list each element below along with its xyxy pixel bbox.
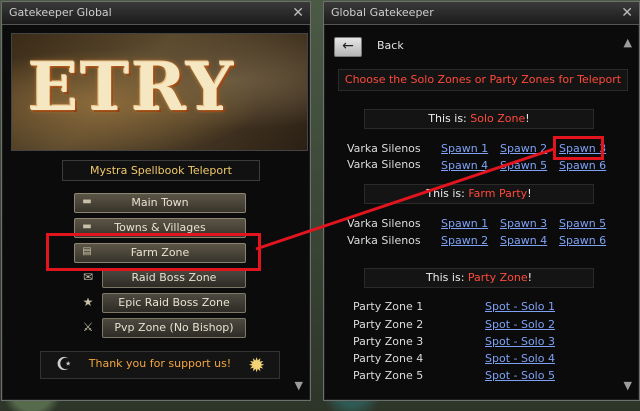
window-title: Gatekeeper Global <box>9 6 112 19</box>
close-icon[interactable]: ✕ <box>621 2 633 24</box>
crossed-swords-icon: ⚔ <box>82 320 94 334</box>
solo-row-label: Varka Silenos <box>347 158 421 171</box>
solo-spawn-4-link[interactable]: Spawn 4 <box>441 159 488 172</box>
party-spot-link[interactable]: Spot - Solo 5 <box>485 369 555 382</box>
solo-spawn-2-link[interactable]: Spawn 2 <box>500 142 547 155</box>
party-spot-link[interactable]: Spot - Solo 2 <box>485 318 555 331</box>
back-button[interactable]: ← <box>334 37 362 57</box>
scroll-down-icon[interactable]: ▼ <box>295 379 303 392</box>
main-town-button[interactable]: ▬ Main Town <box>74 193 246 213</box>
button-label: Pvp Zone (No Bishop) <box>114 321 234 334</box>
window-titlebar[interactable]: Global Gatekeeper ✕ <box>324 2 639 25</box>
raid-boss-zone-button[interactable]: Raid Boss Zone <box>102 268 246 288</box>
farm-spawn-5-link[interactable]: Spawn 5 <box>559 217 606 230</box>
button-label: Epic Raid Boss Zone <box>118 296 230 309</box>
book-icon: ▤ <box>82 246 92 257</box>
sun-icon: ✹ <box>248 353 265 377</box>
party-zone-header: This is: Party Zone! <box>364 268 594 288</box>
pvp-zone-button[interactable]: Pvp Zone (No Bishop) <box>102 318 246 338</box>
farm-row-label: Varka Silenos <box>347 234 421 247</box>
flag-icon: ▬ <box>82 221 92 232</box>
party-zone-label: Party Zone 4 <box>353 352 424 365</box>
global-gatekeeper-window: Global Gatekeeper ✕ ▲ ▼ ← Back Choose th… <box>323 1 640 401</box>
farm-spawn-4-link[interactable]: Spawn 4 <box>500 234 547 247</box>
party-spot-link[interactable]: Spot - Solo 3 <box>485 335 555 348</box>
solo-spawn-5-link[interactable]: Spawn 5 <box>500 159 547 172</box>
button-label: Towns & Villages <box>114 221 206 234</box>
party-spot-link[interactable]: Spot - Solo 1 <box>485 300 555 313</box>
farm-party-header: This is: Farm Party! <box>364 184 594 204</box>
farm-row-label: Varka Silenos <box>347 217 421 230</box>
button-label: Farm Zone <box>130 246 190 259</box>
section-label: Mystra Spellbook Teleport <box>62 160 260 181</box>
towns-villages-button[interactable]: ▬ Towns & Villages <box>74 218 246 238</box>
farm-spawn-3-link[interactable]: Spawn 3 <box>500 217 547 230</box>
arrow-left-icon: ← <box>342 38 354 54</box>
solo-spawn-3-link[interactable]: Spawn 3 <box>559 142 606 155</box>
party-zone-label: Party Zone 5 <box>353 369 424 382</box>
solo-zone-header: This is: Solo Zone! <box>364 109 594 129</box>
party-spot-link[interactable]: Spot - Solo 4 <box>485 352 555 365</box>
window-titlebar[interactable]: Gatekeeper Global ✕ <box>2 2 310 25</box>
close-icon[interactable]: ✕ <box>292 2 304 24</box>
party-zone-label: Party Zone 2 <box>353 318 424 331</box>
support-bar: ☪ Thank you for support us! ✹ <box>40 351 280 379</box>
star-icon: ★ <box>82 295 94 309</box>
back-label[interactable]: Back <box>377 39 404 52</box>
farm-spawn-1-link[interactable]: Spawn 1 <box>441 217 488 230</box>
button-label: Raid Boss Zone <box>131 271 217 284</box>
flag-icon: ▬ <box>82 196 92 207</box>
banner-logo-text: ETRY <box>28 48 236 126</box>
epic-raid-boss-zone-button[interactable]: Epic Raid Boss Zone <box>102 293 246 313</box>
scroll-up-icon[interactable]: ▲ <box>624 36 632 49</box>
scroll-icon: ✉ <box>82 270 94 284</box>
party-zone-label: Party Zone 3 <box>353 335 424 348</box>
party-zone-label: Party Zone 1 <box>353 300 424 313</box>
solo-row-label: Varka Silenos <box>347 142 421 155</box>
scroll-down-icon[interactable]: ▼ <box>624 379 632 392</box>
button-label: Main Town <box>131 196 189 209</box>
farm-spawn-6-link[interactable]: Spawn 6 <box>559 234 606 247</box>
solo-spawn-6-link[interactable]: Spawn 6 <box>559 159 606 172</box>
solo-spawn-1-link[interactable]: Spawn 1 <box>441 142 488 155</box>
farm-spawn-2-link[interactable]: Spawn 2 <box>441 234 488 247</box>
instruction-bar: Choose the Solo Zones or Party Zones for… <box>338 69 628 91</box>
window-title: Global Gatekeeper <box>331 6 434 19</box>
support-text: Thank you for support us! <box>88 357 232 370</box>
server-logo-banner: ETRY <box>11 33 308 151</box>
gatekeeper-global-window: Gatekeeper Global ✕ ▲ ▼ ETRY Mystra Spel… <box>1 1 311 401</box>
farm-zone-button[interactable]: ▤ Farm Zone <box>74 243 246 263</box>
